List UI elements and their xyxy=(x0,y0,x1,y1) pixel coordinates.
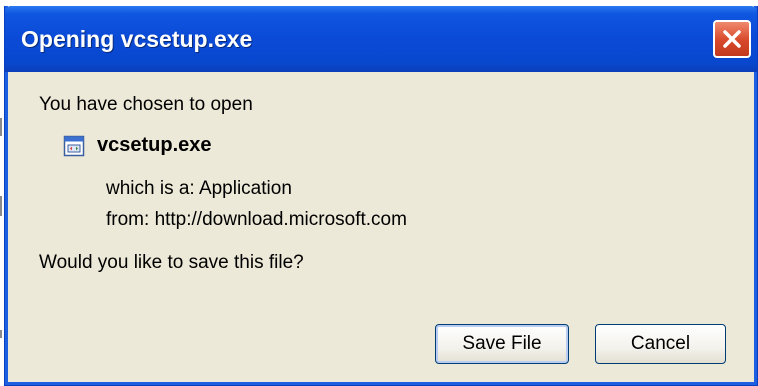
download-dialog: Opening vcsetup.exe You have chosen to o… xyxy=(4,6,758,386)
file-source-value: http://download.microsoft.com xyxy=(154,209,407,230)
file-row: vcsetup.exe xyxy=(63,134,212,157)
file-type-value: Application xyxy=(198,178,292,199)
cancel-button[interactable]: Cancel xyxy=(595,324,726,364)
background-artifact xyxy=(0,330,2,338)
title-bar[interactable]: Opening vcsetup.exe xyxy=(5,6,757,72)
save-file-button[interactable]: Save File xyxy=(435,324,569,364)
dialog-title: Opening vcsetup.exe xyxy=(21,26,253,52)
close-icon xyxy=(723,30,741,48)
file-type-row: which is a: Application xyxy=(106,178,292,200)
application-file-icon xyxy=(63,135,85,156)
file-name: vcsetup.exe xyxy=(97,134,212,156)
intro-text: You have chosen to open xyxy=(39,94,253,115)
file-source-row: from: http://download.microsoft.com xyxy=(106,209,407,231)
file-type-label: which is a: xyxy=(106,178,195,199)
background-artifact xyxy=(0,118,2,136)
save-question: Would you like to save this file? xyxy=(39,252,304,273)
file-source-label: from: xyxy=(106,209,150,230)
background-artifact xyxy=(0,196,2,216)
dialog-body: You have chosen to open vcsetup.exe whic… xyxy=(5,72,757,385)
close-button[interactable] xyxy=(713,20,751,58)
